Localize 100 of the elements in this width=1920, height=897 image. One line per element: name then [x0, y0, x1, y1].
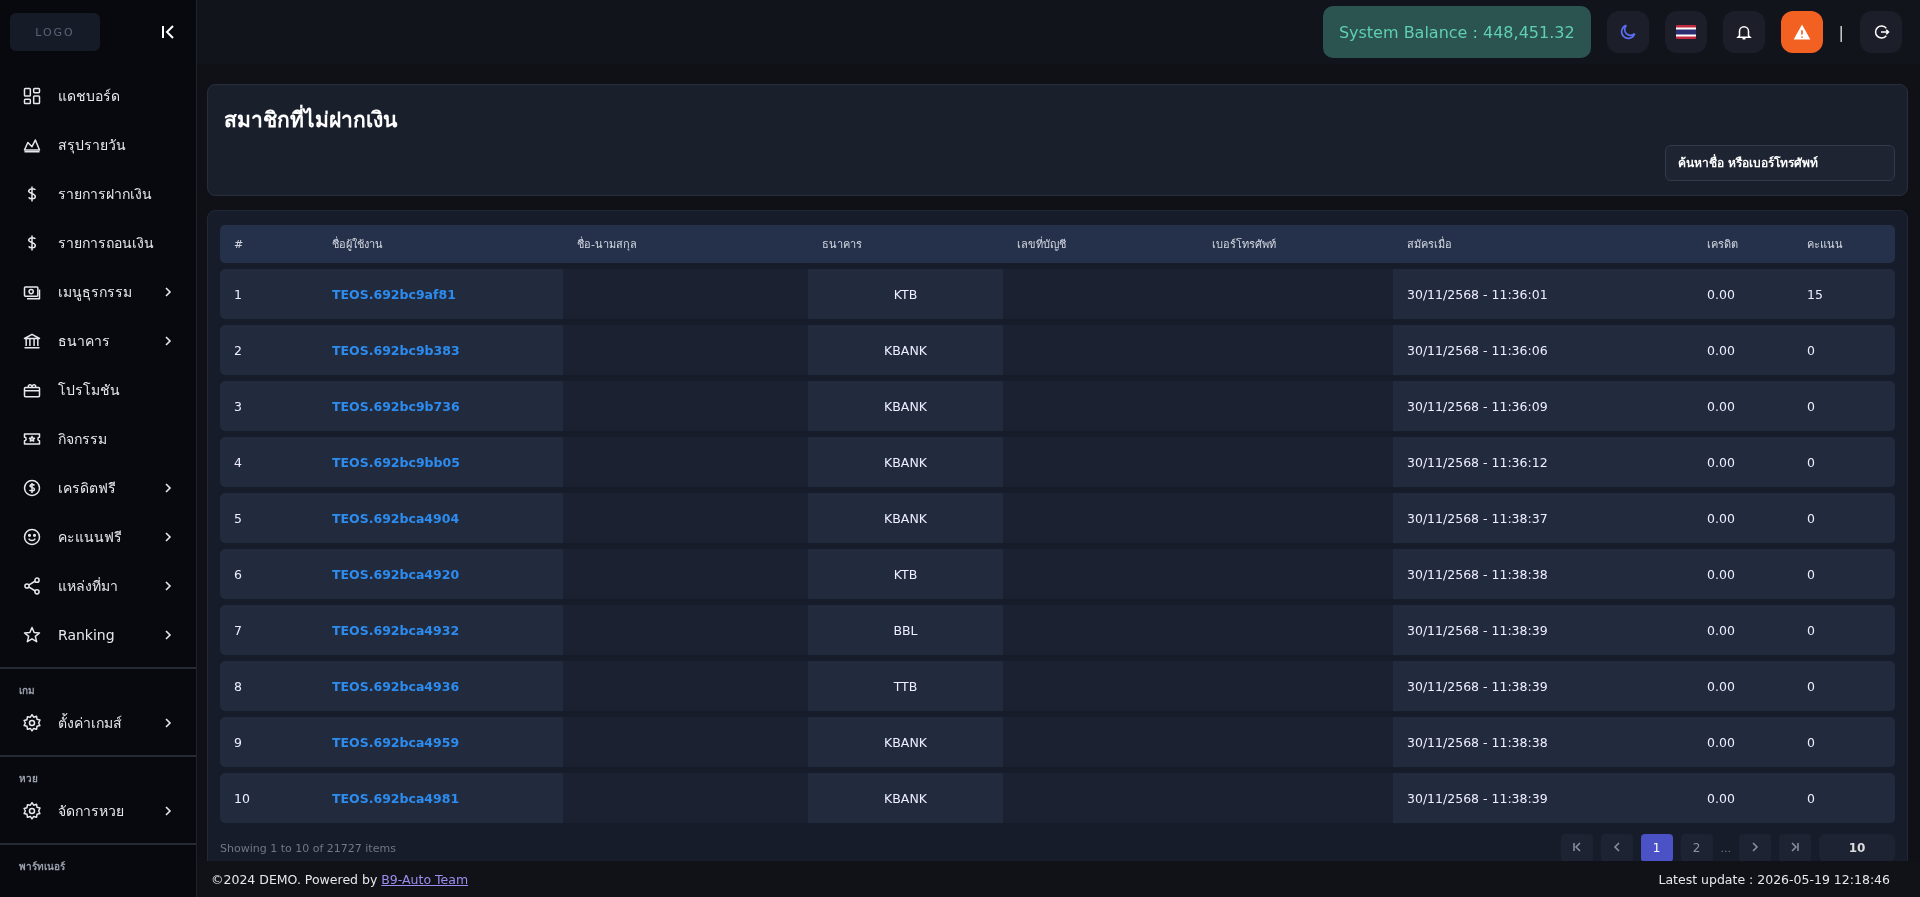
system-balance: System Balance : 448,451.32 — [1322, 6, 1591, 58]
table-cell-text: 30/11/2568 - 11:38:39 — [1406, 677, 1549, 696]
warning-icon — [1791, 22, 1812, 42]
previous-page-button[interactable] — [1600, 834, 1633, 861]
column-header: ธนาคาร — [821, 237, 863, 253]
username-link[interactable]: TEOS.692bc9b736 — [332, 398, 460, 414]
logo: LOGO — [10, 13, 100, 51]
username-link[interactable]: TEOS.692bca4936 — [332, 678, 460, 694]
logout-button[interactable] — [1860, 11, 1902, 53]
table-cell-text: 0.00 — [1706, 341, 1736, 360]
table-cell-text: KBANK — [883, 789, 928, 808]
dashboard-grid-icon — [22, 85, 42, 106]
sidebar-menu-item[interactable]: รายการถอนเงิน — [0, 218, 196, 267]
star-icon — [22, 624, 42, 645]
table-cell-text: 0.00 — [1706, 565, 1736, 584]
dollar-coin-icon — [22, 477, 42, 498]
sidebar-menu-item[interactable]: เมนูธุรกรรม — [0, 267, 196, 316]
table-cell-text: 0.00 — [1706, 789, 1736, 808]
table-cell-text: 0 — [1806, 509, 1816, 528]
sidebar-menu-item[interactable]: เครดิตฟรี — [0, 463, 196, 512]
column-header: # — [233, 237, 245, 251]
username-link[interactable]: TEOS.692bc9af81 — [332, 286, 456, 302]
table-cell-text: 7 — [233, 621, 243, 640]
column-header: เลขที่บัญชี — [1016, 235, 1067, 253]
sidebar-menu-item[interactable]: กิจกรรม — [0, 414, 196, 463]
chevron-right-icon — [1750, 842, 1760, 852]
sidebar-menu-item[interactable]: แหล่งที่มา — [0, 561, 196, 610]
table-cell-text: 30/11/2568 - 11:36:09 — [1406, 397, 1549, 416]
username-link[interactable]: TEOS.692bc9bb05 — [332, 454, 460, 470]
username-link[interactable]: TEOS.692bca4904 — [332, 510, 460, 526]
section-heading: พาร์ทเนอร์ — [18, 860, 66, 874]
table-cell-text: KBANK — [883, 341, 928, 360]
page-title: สมาชิกที่ไม่ฝากเงิน — [224, 103, 1895, 136]
sidebar-menu-item[interactable]: Ranking — [0, 610, 196, 659]
table-cell-text: 0.00 — [1706, 621, 1736, 640]
smiley-icon — [22, 526, 42, 547]
username-link[interactable]: TEOS.692bca4959 — [332, 734, 460, 750]
sidebar-menu-item[interactable]: คะแนนฟรี — [0, 512, 196, 561]
table-cell-text: 2 — [233, 341, 243, 360]
sidebar-menu-item[interactable]: แดชบอร์ด — [0, 71, 196, 120]
sidebar-menu-item[interactable]: ธนาคาร — [0, 316, 196, 365]
table-cell-text: 0.00 — [1706, 509, 1736, 528]
column-header: คะแนน — [1806, 237, 1844, 253]
first-page-icon — [1571, 842, 1582, 852]
first-page-button[interactable] — [1560, 834, 1593, 861]
chevron-right-icon — [162, 481, 174, 494]
table-cell-text: 0 — [1806, 565, 1816, 584]
ellipsis-text: ... — [1720, 841, 1731, 855]
table-cell-text: 30/11/2568 - 11:36:12 — [1406, 453, 1549, 472]
table-cell-text: 8 — [233, 677, 243, 696]
username-link[interactable]: TEOS.692bca4932 — [332, 622, 460, 638]
table-cell-text: KBANK — [883, 509, 928, 528]
username-link[interactable]: TEOS.692bca4920 — [332, 566, 460, 582]
sidebar-menu-item[interactable]: รายการฝากเงิน — [0, 169, 196, 218]
search-field[interactable]: ค้นหาชื่อ หรือเบอร์โทรศัพท์ — [1665, 145, 1895, 181]
chevron-right-icon — [162, 804, 174, 817]
pagination-summary: Showing 1 to 10 of 21727 items — [220, 841, 396, 855]
collapse-sidebar-icon[interactable] — [160, 24, 176, 40]
sidebar-menu-item[interactable]: โปรโมชัน — [0, 365, 196, 414]
table-cell-text: 10 — [233, 789, 251, 808]
last-update-text: Latest update : 2026-05-19 12:18:46 — [1658, 871, 1890, 887]
last-page-button[interactable] — [1779, 834, 1811, 861]
page-size-select[interactable]: 10 — [1819, 834, 1895, 861]
section-heading: เกม — [18, 684, 36, 698]
column-header: เครดิต — [1706, 237, 1739, 253]
table-cell-text: 0 — [1806, 733, 1816, 752]
last-page-icon — [1790, 842, 1800, 852]
username-link[interactable]: TEOS.692bc9b383 — [332, 342, 460, 358]
copyright-text: ©2024 DEMO. Powered by B9-Auto Team — [211, 871, 469, 887]
table-cell-text: 15 — [1806, 285, 1824, 304]
column-header: สมัครเมื่อ — [1406, 235, 1453, 253]
sidebar-menu-item[interactable]: จัดการหวย — [0, 786, 196, 835]
table-cell-text: BBL — [892, 621, 919, 640]
warning-button[interactable] — [1780, 11, 1823, 53]
gear-icon — [22, 800, 42, 821]
powered-by-link[interactable]: B9-Auto Team — [381, 871, 469, 887]
table-cell-text: 0.00 — [1706, 397, 1736, 416]
chevron-right-icon — [162, 628, 174, 641]
sidebar-menu-item[interactable]: สรุปรายวัน — [0, 120, 196, 169]
table-cell-text: 0 — [1806, 397, 1816, 416]
theme-toggle-button[interactable] — [1606, 11, 1649, 53]
table-cell-text: KTB — [892, 565, 919, 584]
chevron-right-icon — [162, 579, 174, 592]
username-link[interactable]: TEOS.692bca4981 — [332, 790, 460, 806]
sidebar-menu-item[interactable]: ตั้งค่าเกมส์ — [0, 698, 196, 747]
table-cell-text: 30/11/2568 - 11:38:38 — [1406, 565, 1549, 584]
next-page-button[interactable] — [1739, 834, 1771, 861]
table-cell-text: 30/11/2568 - 11:38:37 — [1406, 509, 1549, 528]
gear-icon — [22, 712, 42, 733]
page-button[interactable]: 2 — [1680, 834, 1713, 861]
language-button[interactable] — [1664, 11, 1707, 53]
chevron-right-icon — [162, 716, 174, 729]
table-cell-text: 0.00 — [1706, 453, 1736, 472]
table-cell-text: 9 — [233, 733, 243, 752]
table-cell-text: 0.00 — [1706, 733, 1736, 752]
table-cell-text: 0 — [1806, 453, 1816, 472]
page-button[interactable]: 1 — [1640, 834, 1673, 861]
notification-bell-button[interactable] — [1722, 11, 1765, 53]
table-cell-text: 30/11/2568 - 11:36:06 — [1406, 341, 1549, 360]
bell-icon — [1734, 23, 1753, 41]
